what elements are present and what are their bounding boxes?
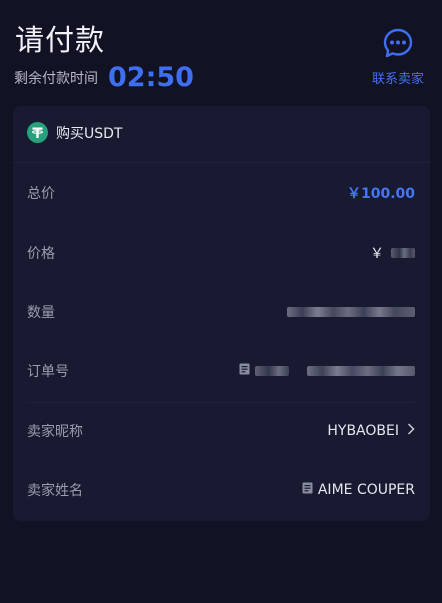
unit-price-value: ￥ [370,246,384,262]
seller-name-label: 卖家姓名 [27,483,83,499]
seller-nickname-field[interactable]: HYBAOBEI [327,423,415,439]
copy-icon[interactable] [302,482,313,498]
masked-order-number-part [255,366,289,376]
unit-price-row: 价格 ￥ [27,238,415,268]
seller-name-field: AIME COUPER [302,482,415,498]
quantity-value [287,307,415,317]
countdown: 剩余付款时间 02:50 [14,62,194,93]
quantity-row: 数量 [27,297,415,327]
masked-order-number [307,366,415,376]
chat-bubble-icon [383,28,413,58]
contact-seller-button[interactable]: 联系卖家 [368,27,428,87]
total-price-label: 总价 [27,186,55,202]
divider [13,162,430,163]
divider [27,402,415,403]
payment-page: 请付款 剩余付款时间 02:50 联系卖家 购买USDT 总价 ￥100.00 … [0,0,442,603]
seller-nickname-label: 卖家昵称 [27,424,83,440]
seller-name-row: 卖家姓名 AIME COUPER [27,475,415,505]
chevron-right-icon [407,423,415,439]
seller-name-value: AIME COUPER [317,482,415,498]
countdown-value: 02:50 [108,62,194,93]
seller-nickname-row[interactable]: 卖家昵称 HYBAOBEI [27,416,415,446]
copy-icon[interactable] [239,363,250,379]
unit-price-field: ￥ [370,243,415,263]
masked-quantity [287,307,415,317]
countdown-label: 剩余付款时间 [14,70,98,87]
seller-nickname-value: HYBAOBEI [327,423,399,439]
tether-icon [27,122,48,143]
total-price-row: 总价 ￥100.00 [27,178,415,208]
order-card: 购买USDT 总价 ￥100.00 价格 ￥ 数量 订单号 卖家昵称 HYBAO… [13,106,430,521]
total-price-value: ￥100.00 [346,186,415,202]
order-number-field [239,363,415,379]
quantity-label: 数量 [27,305,55,321]
asset-label: 购买USDT [56,125,123,142]
order-number-row: 订单号 [27,356,415,386]
asset-header: 购买USDT [27,122,122,143]
unit-price-label: 价格 [27,246,55,262]
order-number-label: 订单号 [27,364,69,380]
masked-unit-price [391,248,415,258]
page-title: 请付款 [15,23,106,57]
contact-seller-label: 联系卖家 [371,72,424,87]
